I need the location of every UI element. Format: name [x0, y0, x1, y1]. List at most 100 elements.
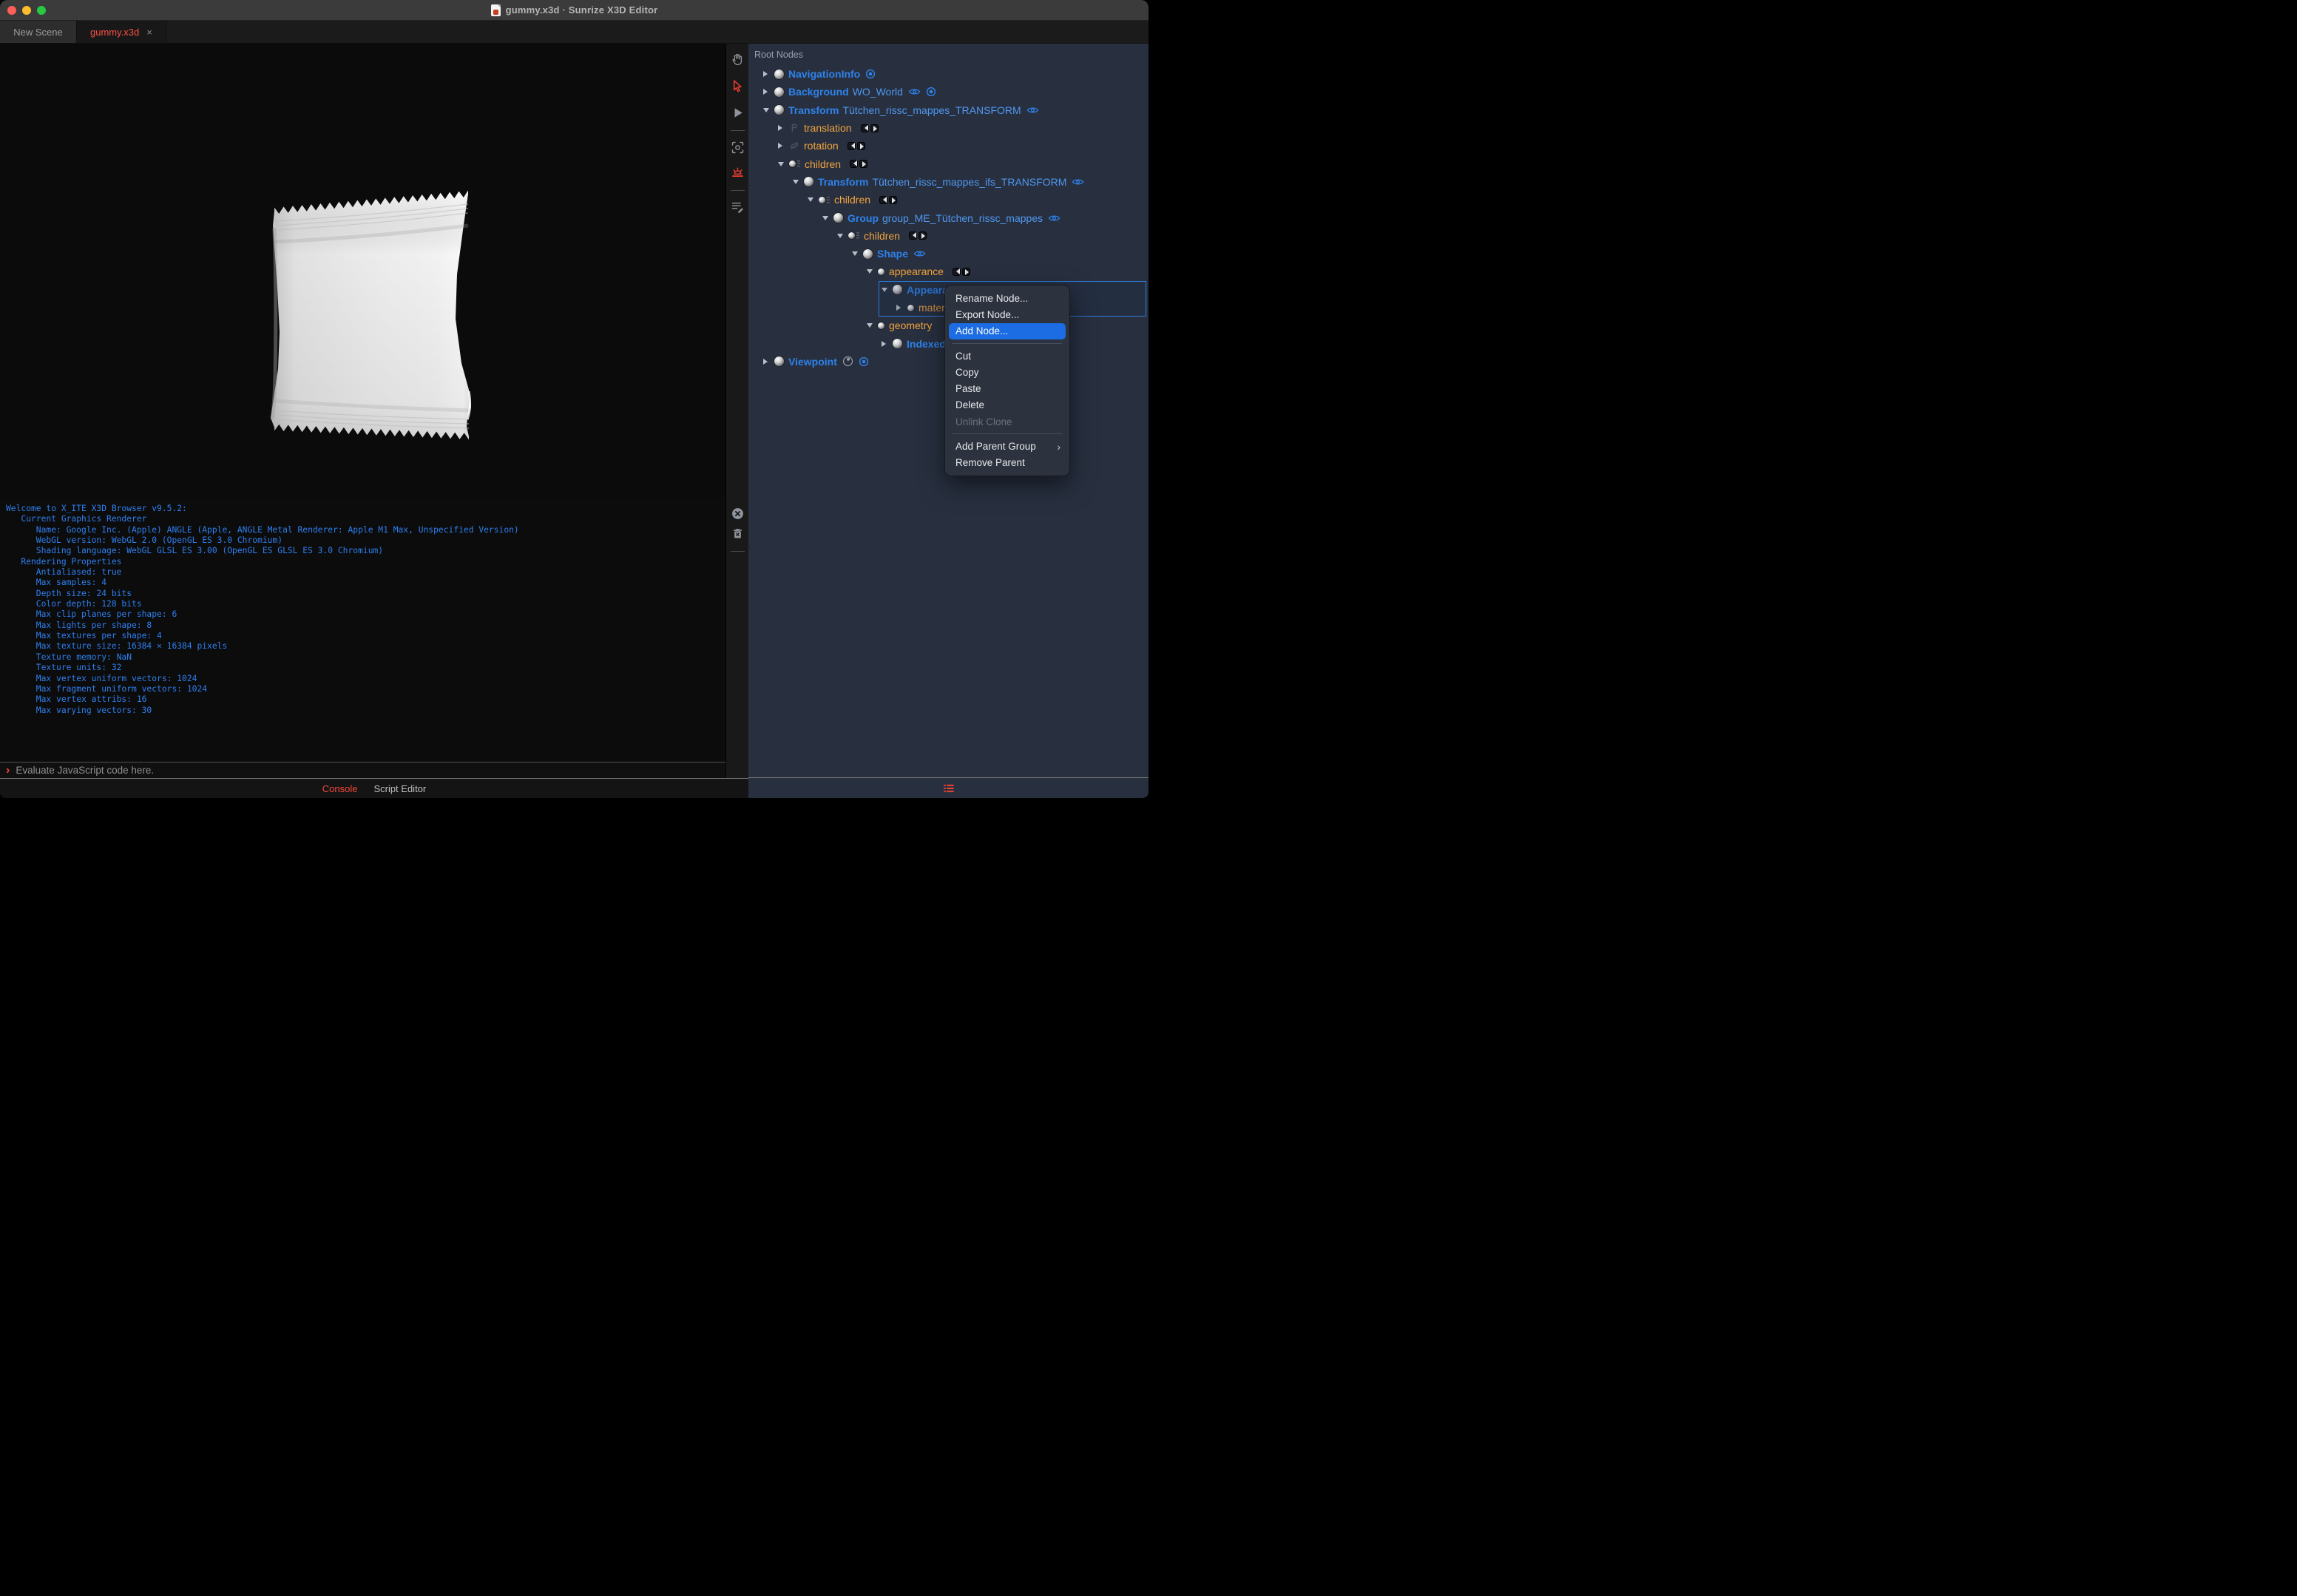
menu-item-rename-node[interactable]: Rename Node...	[945, 290, 1069, 306]
rotation-field-icon	[789, 141, 799, 151]
play-icon[interactable]	[729, 104, 745, 121]
select-arrow-icon[interactable]	[729, 78, 745, 94]
expander-icon[interactable]	[852, 251, 863, 256]
editor-toolbar	[725, 44, 748, 778]
toolbar-separator	[731, 190, 745, 191]
menu-item-label: Cut	[955, 350, 972, 362]
route-output-icon[interactable]	[859, 160, 868, 169]
outline-node-row[interactable]: Transform Tütchen_rissc_mappes_TRANSFORM	[748, 101, 1148, 119]
outline-node-row[interactable]: Transform Tütchen_rissc_mappes_ifs_TRANSF…	[748, 173, 1148, 191]
expander-icon[interactable]	[763, 71, 774, 77]
expander-icon[interactable]	[867, 323, 878, 328]
outline-field-row[interactable]: appearance	[748, 263, 1148, 280]
light-icon[interactable]	[729, 164, 745, 180]
outline-node-row[interactable]: Background WO_World	[748, 83, 1148, 101]
route-input-icon[interactable]	[879, 195, 888, 204]
node-def-name: Tütchen_rissc_mappes_TRANSFORM	[842, 104, 1021, 116]
menu-item-export-node[interactable]: Export Node...	[945, 306, 1069, 322]
trash-icon[interactable]	[729, 525, 745, 541]
close-window-button[interactable]	[7, 6, 16, 15]
menu-item-label: Rename Node...	[955, 292, 1029, 304]
viewport-3d[interactable]	[0, 44, 725, 499]
eye-icon[interactable]	[1072, 177, 1084, 186]
outline-node-row[interactable]: Group group_ME_Tütchen_rissc_mappes	[748, 209, 1148, 226]
node-sphere-icon	[774, 87, 784, 97]
snapshot-icon[interactable]	[729, 139, 745, 155]
expander-icon[interactable]	[896, 305, 907, 311]
expander-icon[interactable]	[778, 162, 789, 166]
pouch-3d-object[interactable]	[0, 44, 725, 499]
expander-icon[interactable]	[808, 197, 819, 202]
bind-icon[interactable]	[859, 356, 869, 367]
bind-icon[interactable]	[865, 69, 876, 79]
expander-icon[interactable]	[867, 269, 878, 274]
route-connectors	[850, 160, 868, 169]
menu-item-add-node[interactable]: Add Node...	[949, 322, 1066, 339]
maximize-window-button[interactable]	[37, 6, 46, 15]
route-output-icon[interactable]	[870, 124, 879, 132]
menu-item-delete[interactable]: Delete	[945, 397, 1069, 413]
node-sphere-icon	[893, 285, 902, 295]
route-output-icon[interactable]	[856, 141, 865, 150]
tab-label: New Scene	[13, 26, 63, 38]
expander-icon[interactable]	[763, 89, 774, 95]
outline-field-row[interactable]: rotation	[748, 137, 1148, 155]
outline-list-icon[interactable]	[941, 781, 956, 796]
expander-icon[interactable]	[837, 234, 848, 238]
field-sphere-icon	[819, 196, 825, 203]
route-output-icon[interactable]	[919, 231, 927, 240]
route-output-icon[interactable]	[961, 267, 970, 276]
bind-icon[interactable]	[926, 87, 936, 97]
menu-item-cut[interactable]: Cut	[945, 348, 1069, 364]
expander-icon[interactable]	[763, 108, 774, 112]
eye-icon[interactable]	[908, 87, 921, 96]
expander-icon[interactable]	[778, 143, 789, 149]
outline-field-row[interactable]: translation	[748, 119, 1148, 137]
expander-icon[interactable]	[778, 125, 789, 131]
pouch-shape	[270, 228, 278, 420]
expander-icon[interactable]	[822, 216, 833, 220]
tab-close-icon[interactable]: ×	[146, 27, 152, 38]
eye-icon[interactable]	[1048, 214, 1060, 223]
route-input-icon[interactable]	[952, 267, 961, 276]
route-input-icon[interactable]	[909, 231, 918, 240]
menu-item-paste[interactable]: Paste	[945, 380, 1069, 396]
console-output[interactable]: Welcome to X_ITE X3D Browser v9.5.2: Cur…	[0, 499, 725, 762]
route-output-icon[interactable]	[889, 195, 898, 204]
tab-new-scene[interactable]: New Scene	[0, 21, 77, 43]
expander-icon[interactable]	[763, 359, 774, 365]
node-sphere-icon	[833, 213, 843, 223]
pan-hand-icon[interactable]	[729, 51, 745, 67]
eye-icon[interactable]	[1026, 106, 1039, 115]
outline-field-row[interactable]: children	[748, 155, 1148, 172]
node-def-name: group_ME_Tütchen_rissc_mappes	[882, 212, 1043, 224]
menu-item-label: Export Node...	[955, 308, 1020, 320]
expander-icon[interactable]	[793, 180, 804, 184]
minimize-window-button[interactable]	[22, 6, 31, 15]
menu-item-add-parent-group[interactable]: Add Parent Group ›	[945, 438, 1069, 454]
expander-icon[interactable]	[882, 288, 893, 292]
expander-icon[interactable]	[882, 341, 893, 347]
menu-item-unlink-clone: Unlink Clone	[945, 413, 1069, 430]
clear-console-icon[interactable]	[729, 505, 745, 521]
wrench-icon[interactable]	[842, 356, 853, 367]
script-editor-icon[interactable]	[729, 198, 745, 214]
route-input-icon[interactable]	[847, 141, 856, 150]
footer-tab-script-editor[interactable]: Script Editor	[373, 783, 426, 794]
menu-item-remove-parent[interactable]: Remove Parent	[945, 455, 1069, 471]
tab-gummy-x3d[interactable]: gummy.x3d ×	[77, 21, 166, 43]
footer-tab-console[interactable]: Console	[322, 783, 358, 794]
route-input-icon[interactable]	[860, 124, 869, 132]
outline-field-row[interactable]: children	[748, 191, 1148, 209]
route-input-icon[interactable]	[850, 160, 859, 169]
outline-node-row[interactable]: Shape	[748, 245, 1148, 263]
outline-field-row[interactable]: children	[748, 227, 1148, 245]
menu-item-copy[interactable]: Copy	[945, 364, 1069, 380]
node-type-name: Transform	[818, 175, 869, 188]
menu-item-label: Delete	[955, 399, 985, 411]
console-log-text: Welcome to X_ITE X3D Browser v9.5.2: Cur…	[6, 504, 519, 715]
outline-node-row[interactable]: NavigationInfo	[748, 65, 1148, 83]
node-sphere-icon	[804, 177, 813, 187]
console-input[interactable]: Evaluate JavaScript code here.	[16, 765, 154, 776]
eye-icon[interactable]	[913, 249, 926, 258]
